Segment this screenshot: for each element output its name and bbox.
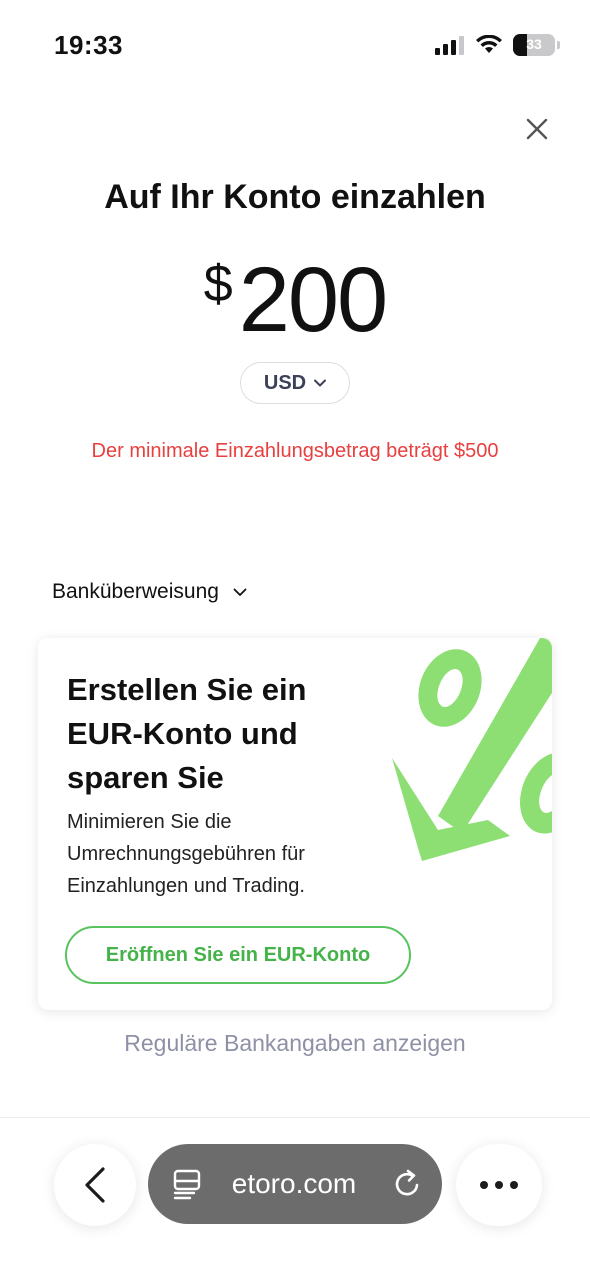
address-bar[interactable]: etoro.com <box>148 1144 442 1224</box>
status-time: 19:33 <box>54 30 123 60</box>
status-icons: 33 <box>435 34 560 56</box>
back-icon <box>85 1167 105 1203</box>
battery-cap <box>557 41 560 49</box>
amount-currency-symbol: $ <box>203 255 233 313</box>
currency-select[interactable]: USD <box>240 362 350 404</box>
page-title-container: Auf Ihr Konto einzahlen <box>0 168 590 210</box>
chevron-down-icon <box>233 588 247 596</box>
page-title: Auf Ihr Konto einzahlen <box>104 178 486 210</box>
battery-icon: 33 <box>513 34 555 56</box>
promo-title: Erstellen Sie ein EUR-Konto und sparen S… <box>67 672 307 795</box>
cellular-signal-icon <box>435 36 464 55</box>
open-eur-account-button[interactable]: Eröffnen Sie ein EUR-Konto <box>65 926 411 984</box>
chevron-down-icon <box>314 379 327 387</box>
eur-account-promo-card: Erstellen Sie ein EUR-Konto und sparen S… <box>38 638 552 1010</box>
show-bank-details-link[interactable]: Reguläre Bankangaben anzeigen <box>0 1030 590 1057</box>
more-button[interactable] <box>456 1144 542 1226</box>
currency-code: USD <box>263 371 307 394</box>
minimum-deposit-error: Der minimale Einzahlungsbetrag beträgt $… <box>91 440 499 462</box>
status-bar: 19:33 33 <box>0 0 590 92</box>
close-icon[interactable] <box>522 114 552 144</box>
more-icon <box>480 1181 518 1189</box>
payment-method-select[interactable]: Banküberweisung <box>52 580 247 604</box>
promo-description: Minimieren Sie die Umrechnungsgebühren f… <box>67 811 305 897</box>
deposit-amount[interactable]: $200 <box>0 248 590 353</box>
reload-icon[interactable] <box>392 1168 424 1200</box>
browser-toolbar: etoro.com <box>0 1118 590 1279</box>
percent-down-arrow-icon <box>392 638 552 861</box>
amount-value: 200 <box>238 249 388 351</box>
payment-method-label: Banküberweisung <box>52 580 219 603</box>
battery-level: 33 <box>526 36 542 52</box>
tab-icon <box>173 1169 201 1200</box>
wifi-icon <box>476 35 502 53</box>
url-text: etoro.com <box>231 1168 357 1199</box>
back-button[interactable] <box>54 1144 136 1226</box>
